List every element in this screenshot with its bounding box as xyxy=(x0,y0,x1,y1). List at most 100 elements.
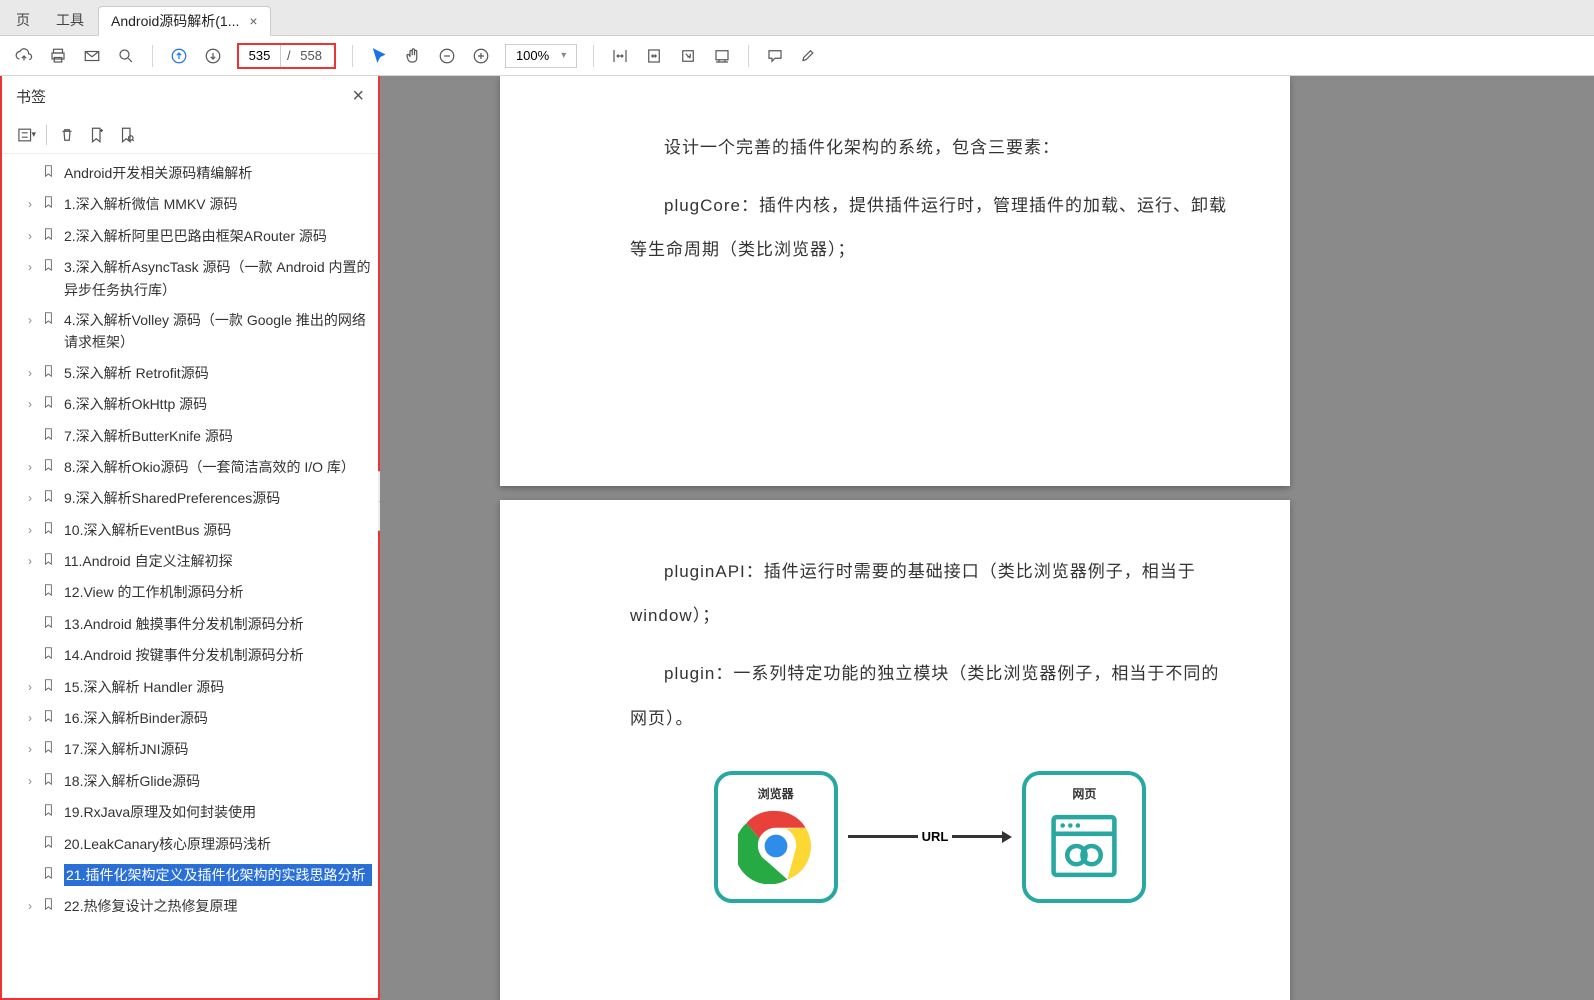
bookmark-icon xyxy=(42,488,58,510)
separator xyxy=(748,45,749,67)
paragraph: pluginAPI：插件运行时需要的基础接口（类比浏览器例子，相当于window… xyxy=(630,550,1230,638)
chevron-right-icon[interactable]: › xyxy=(28,678,42,697)
bookmark-item[interactable]: › 2.深入解析阿里巴巴路由框架ARouter 源码 xyxy=(2,221,378,252)
fit-page-icon[interactable] xyxy=(644,46,664,66)
chevron-right-icon[interactable]: › xyxy=(28,772,42,791)
read-mode-icon[interactable] xyxy=(712,46,732,66)
chevron-right-icon[interactable]: › xyxy=(28,897,42,916)
fit-width-icon[interactable] xyxy=(610,46,630,66)
bookmark-label: 16.深入解析Binder源码 xyxy=(64,707,372,729)
bookmark-item[interactable]: ›9.深入解析SharedPreferences源码 xyxy=(2,483,378,514)
bookmark-item[interactable]: › 16.深入解析Binder源码 xyxy=(2,703,378,734)
bookmark-item[interactable]: 13.Android 触摸事件分发机制源码分析 xyxy=(2,609,378,640)
cloud-upload-icon[interactable] xyxy=(14,46,34,66)
rotate-icon[interactable] xyxy=(678,46,698,66)
webpage-icon xyxy=(1046,808,1122,889)
bookmark-item[interactable]: ›1.深入解析微信 MMKV 源码 xyxy=(2,189,378,220)
print-icon[interactable] xyxy=(48,46,68,66)
bookmark-item[interactable]: ›8.深入解析Okio源码（一套简洁高效的 I/O 库） xyxy=(2,452,378,483)
paragraph: plugCore：插件内核，提供插件运行时，管理插件的加载、运行、卸载等生命周期… xyxy=(630,184,1230,272)
outline-options-icon[interactable]: ▾ xyxy=(16,125,36,145)
bookmark-item[interactable]: 19.RxJava原理及如何封装使用 xyxy=(2,797,378,828)
zoom-in-icon[interactable] xyxy=(471,46,491,66)
bookmark-icon xyxy=(42,677,58,699)
bookmark-label: 20.LeakCanary核心原理源码浅析 xyxy=(64,833,372,855)
chevron-right-icon[interactable]: › xyxy=(28,311,42,330)
chevron-right-icon[interactable]: › xyxy=(28,552,42,571)
tab-tools[interactable]: 工具 xyxy=(44,5,96,35)
zoom-out-icon[interactable] xyxy=(437,46,457,66)
chevron-right-icon[interactable]: › xyxy=(28,458,42,477)
bookmark-item[interactable]: › 4.深入解析Volley 源码（一款 Google 推出的网络请求框架） xyxy=(2,305,378,358)
document-viewport[interactable]: 设计一个完善的插件化架构的系统，包含三要素： plugCore：插件内核，提供插… xyxy=(380,76,1594,1000)
diagram-right-caption: 网页 xyxy=(1046,785,1122,802)
bookmark-item[interactable]: › 17.深入解析JNI源码 xyxy=(2,734,378,765)
page-number-box: / 558 xyxy=(237,43,336,69)
bookmark-icon xyxy=(42,551,58,573)
bookmark-item[interactable]: › 3.深入解析AsyncTask 源码（一款 Android 内置的异步任务执行… xyxy=(2,252,378,305)
bookmark-icon xyxy=(42,226,58,248)
chevron-right-icon[interactable]: › xyxy=(28,195,42,214)
paragraph: 设计一个完善的插件化架构的系统，包含三要素： xyxy=(630,126,1230,170)
bookmark-item[interactable]: ›22.热修复设计之热修复原理 xyxy=(2,891,378,922)
find-bookmark-icon[interactable] xyxy=(117,125,137,145)
bookmark-item[interactable]: 7.深入解析ButterKnife 源码 xyxy=(2,421,378,452)
pointer-icon[interactable] xyxy=(369,46,389,66)
bookmark-label: 4.深入解析Volley 源码（一款 Google 推出的网络请求框架） xyxy=(64,309,372,354)
search-icon[interactable] xyxy=(116,46,136,66)
bookmark-label: 2.深入解析阿里巴巴路由框架ARouter 源码 xyxy=(64,225,372,247)
tab-home[interactable]: 页 xyxy=(4,5,42,35)
toolbar: / 558 100% ▾ xyxy=(0,36,1594,76)
chevron-right-icon[interactable]: › xyxy=(28,740,42,759)
bookmark-icon xyxy=(42,865,58,887)
bookmark-label: 15.深入解析 Handler 源码 xyxy=(64,676,372,698)
bookmark-icon xyxy=(42,771,58,793)
chevron-right-icon[interactable]: › xyxy=(28,258,42,277)
pdf-page: 设计一个完善的插件化架构的系统，包含三要素： plugCore：插件内核，提供插… xyxy=(500,76,1290,486)
bookmark-item[interactable]: ›6.深入解析OkHttp 源码 xyxy=(2,389,378,420)
bookmark-item[interactable]: Android开发相关源码精编解析 xyxy=(2,158,378,189)
chevron-right-icon[interactable]: › xyxy=(28,395,42,414)
add-bookmark-icon[interactable] xyxy=(87,125,107,145)
separator xyxy=(593,45,594,67)
page-total: / 558 xyxy=(281,48,334,63)
bookmark-icon xyxy=(42,457,58,479)
bookmark-label: 18.深入解析Glide源码 xyxy=(64,770,372,792)
bookmark-label: 17.深入解析JNI源码 xyxy=(64,738,372,760)
bookmark-item[interactable]: 20.LeakCanary核心原理源码浅析 xyxy=(2,829,378,860)
chevron-right-icon[interactable]: › xyxy=(28,709,42,728)
bookmark-label: 11.Android 自定义注解初探 xyxy=(64,550,372,572)
tab-document[interactable]: Android源码解析(1... × xyxy=(98,6,271,36)
sidebar-header: 书签 × xyxy=(2,76,378,116)
close-icon[interactable]: × xyxy=(249,13,257,29)
bookmark-item[interactable]: 21.插件化架构定义及插件化架构的实践思路分析 xyxy=(2,860,378,891)
next-page-icon[interactable] xyxy=(203,46,223,66)
prev-page-icon[interactable] xyxy=(169,46,189,66)
bookmark-item[interactable]: 14.Android 按键事件分发机制源码分析 xyxy=(2,640,378,671)
bookmark-icon xyxy=(42,426,58,448)
highlight-icon[interactable] xyxy=(799,46,819,66)
chevron-right-icon[interactable]: › xyxy=(28,521,42,540)
delete-bookmark-icon[interactable] xyxy=(57,125,77,145)
bookmark-icon xyxy=(42,739,58,761)
bookmark-label: 3.深入解析AsyncTask 源码（一款 Android 内置的异步任务执行库… xyxy=(64,256,372,301)
pdf-page: pluginAPI：插件运行时需要的基础接口（类比浏览器例子，相当于window… xyxy=(500,500,1290,1000)
bookmark-item[interactable]: › 15.深入解析 Handler 源码 xyxy=(2,672,378,703)
bookmark-item[interactable]: ›10.深入解析EventBus 源码 xyxy=(2,515,378,546)
chevron-right-icon[interactable]: › xyxy=(28,364,42,383)
chevron-right-icon[interactable]: › xyxy=(28,227,42,246)
bookmark-item[interactable]: › 11.Android 自定义注解初探 xyxy=(2,546,378,577)
comment-icon[interactable] xyxy=(765,46,785,66)
close-sidebar-icon[interactable]: × xyxy=(352,85,364,108)
bookmark-item[interactable]: 12.View 的工作机制源码分析 xyxy=(2,577,378,608)
bookmark-item[interactable]: ›5.深入解析 Retrofit源码 xyxy=(2,358,378,389)
chevron-right-icon[interactable]: › xyxy=(28,489,42,508)
mail-icon[interactable] xyxy=(82,46,102,66)
bookmark-icon xyxy=(42,257,58,279)
bookmark-label: 12.View 的工作机制源码分析 xyxy=(64,581,372,603)
bookmark-tree: Android开发相关源码精编解析›1.深入解析微信 MMKV 源码›2.深入解… xyxy=(2,154,378,998)
page-input[interactable] xyxy=(239,45,281,67)
zoom-select[interactable]: 100% ▾ xyxy=(505,44,577,68)
bookmark-item[interactable]: › 18.深入解析Glide源码 xyxy=(2,766,378,797)
hand-icon[interactable] xyxy=(403,46,423,66)
